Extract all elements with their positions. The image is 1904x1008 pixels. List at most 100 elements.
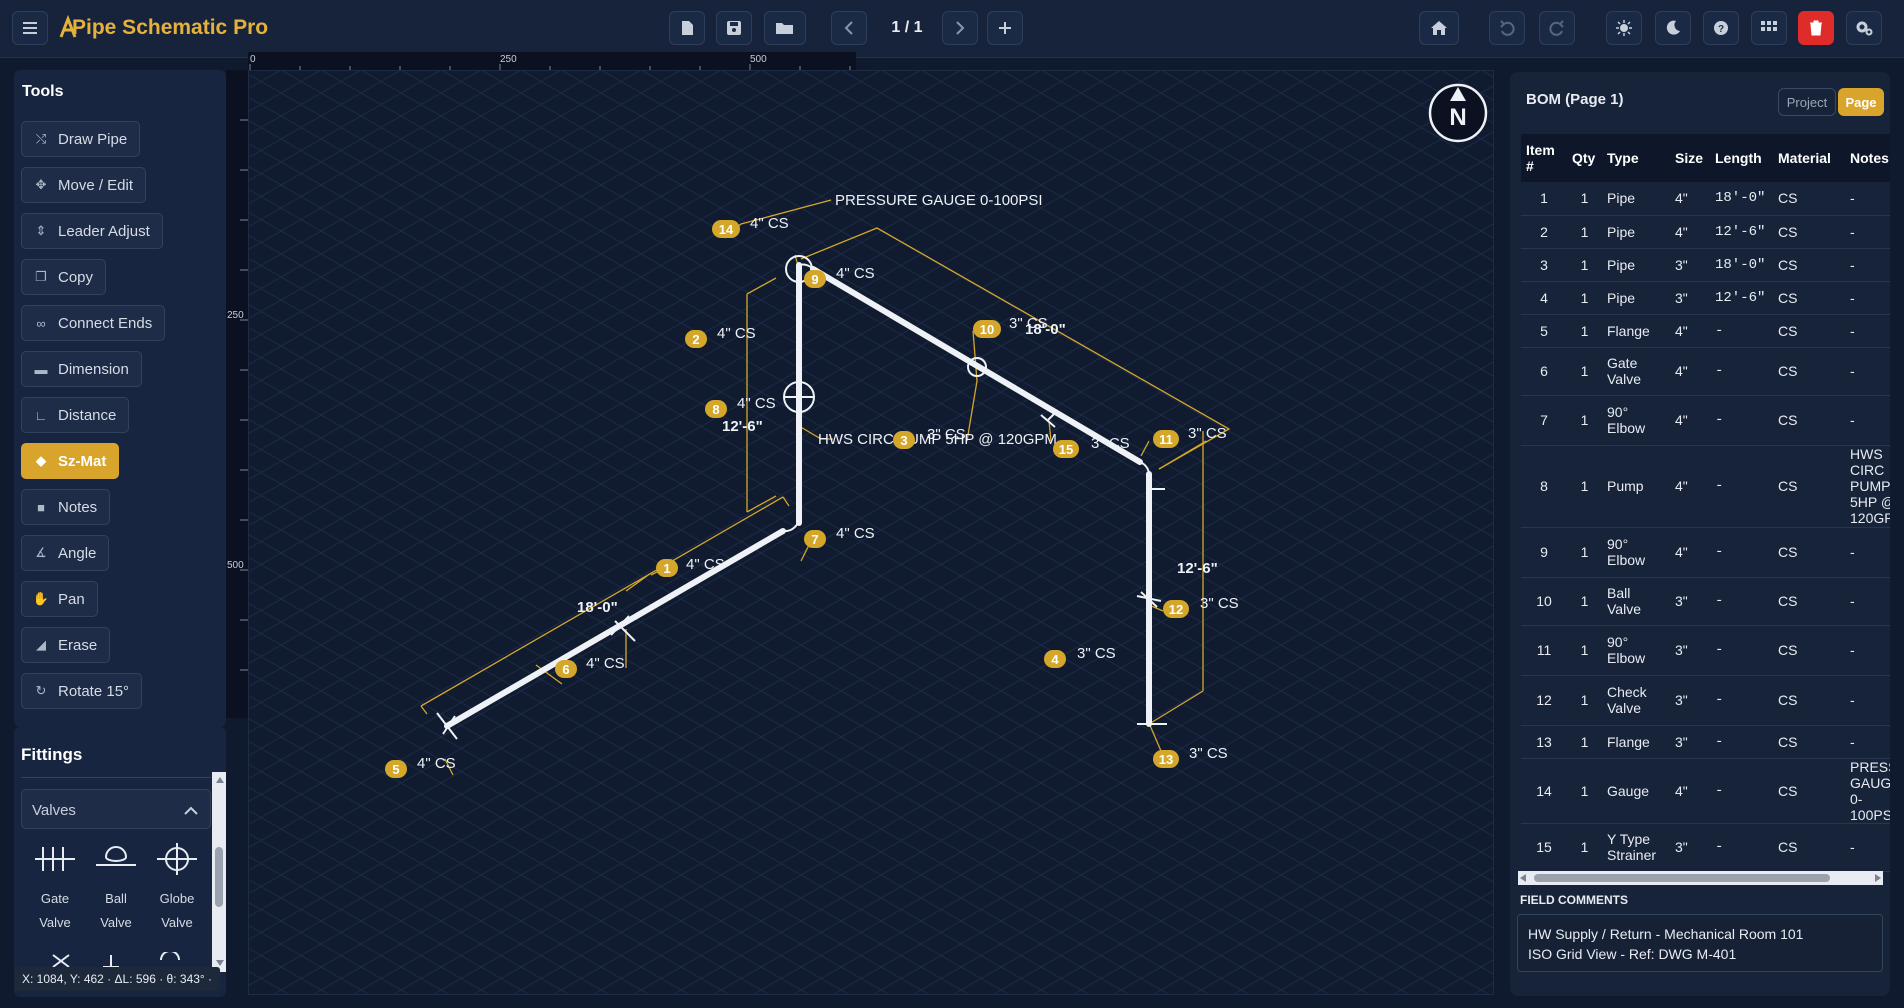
tool-draw-pipe[interactable]: ⤭ Draw Pipe <box>21 121 141 157</box>
table-row[interactable]: 12 1 Check Valve 3" - CS - <box>1521 675 1890 726</box>
balloon-6[interactable]: 6 <box>555 660 577 678</box>
table-cell: 1 <box>1521 182 1567 216</box>
settings-gear-icon[interactable] <box>1846 11 1882 45</box>
table-cell: - <box>1845 347 1890 396</box>
help-icon[interactable]: ? <box>1703 11 1739 45</box>
balloon-10[interactable]: 10 <box>973 320 1001 338</box>
tool-move-edit[interactable]: ✥ Move / Edit <box>21 167 147 203</box>
svg-text:13: 13 <box>1159 752 1173 767</box>
col-header[interactable]: Type <box>1602 134 1670 182</box>
table-row[interactable]: 141Gauge4"-CSPRESSURE GAUGE 0-100PSI <box>1521 758 1890 824</box>
fitting-globe-valve[interactable]: Globe Valve <box>149 839 205 935</box>
toggle-page[interactable]: Page <box>1838 88 1884 116</box>
field-comments-textarea[interactable]: HW Supply / Return - Mechanical Room 101… <box>1517 914 1883 972</box>
fittings-scrollbar[interactable] <box>212 772 226 972</box>
undo-button[interactable] <box>1489 11 1525 45</box>
table-cell: Pipe <box>1602 281 1670 315</box>
table-cell: 3" <box>1670 248 1710 282</box>
balloon-3[interactable]: 3 <box>893 431 915 449</box>
tool-sz-mat[interactable]: ◆ Sz-Mat <box>21 443 120 479</box>
balloon-11[interactable]: 11 <box>1153 430 1179 448</box>
table-row[interactable]: 13 1 Flange 3" - CS - <box>1521 725 1890 759</box>
table-cell: 12 <box>1521 675 1567 726</box>
table-row[interactable]: 81Pump4"-CSHWS CIRC PUMP 5HP @ 120GPM <box>1521 445 1890 528</box>
table-row[interactable]: 1 1 Pipe 4" 18'-0" CS - <box>1521 182 1890 216</box>
balloon-12[interactable]: 12 <box>1163 600 1189 618</box>
table-row[interactable]: 2 1 Pipe 4" 12'-6" CS - <box>1521 215 1890 249</box>
table-row[interactable]: 6 1 Gate Valve 4" - CS - <box>1521 347 1890 396</box>
dimension-label: 18'-0" <box>577 599 618 616</box>
table-row[interactable]: 15 1 Y Type Strainer 3" - CS - <box>1521 823 1890 872</box>
tool-notes[interactable]: ■ Notes <box>21 489 111 525</box>
home-button[interactable] <box>1419 11 1459 45</box>
svg-text:9: 9 <box>811 272 818 287</box>
dimension-label: 12'-6" <box>1177 560 1218 577</box>
balloon-5[interactable]: 5 <box>385 760 407 778</box>
col-header[interactable]: Material <box>1773 134 1845 182</box>
table-row[interactable]: 7 1 90° Elbow 4" - CS - <box>1521 395 1890 446</box>
size-label: 4" CS <box>686 556 725 573</box>
fitting-ball-valve[interactable]: Ball Valve <box>88 839 144 935</box>
balloon-13[interactable]: 13 <box>1153 750 1179 768</box>
table-cell: - <box>1710 725 1773 759</box>
size-label: 3" CS <box>927 426 966 443</box>
balloon-2[interactable]: 2 <box>685 330 707 348</box>
table-row[interactable]: 4 1 Pipe 3" 12'-6" CS - <box>1521 281 1890 315</box>
col-header[interactable]: Item # <box>1521 134 1567 182</box>
tool-angle[interactable]: ∡ Angle <box>21 535 110 571</box>
table-row[interactable]: 10 1 Ball Valve 3" - CS - <box>1521 577 1890 626</box>
balloon-7[interactable]: 7 <box>804 530 826 548</box>
table-cell: Ball Valve <box>1602 577 1670 626</box>
new-file-button[interactable] <box>669 11 705 45</box>
table-row[interactable]: 5 1 Flange 4" - CS - <box>1521 314 1890 348</box>
table-row[interactable]: 3 1 Pipe 3" 18'-0" CS - <box>1521 248 1890 282</box>
fitting-gate-valve[interactable]: Gate Valve <box>27 839 83 935</box>
balloon-14[interactable]: 14 <box>712 220 740 238</box>
prev-page-button[interactable] <box>831 11 867 45</box>
top-toolbar: Pipe Schematic Pro 1 / 1 ? <box>0 0 1904 58</box>
balloon-9[interactable]: 9 <box>804 270 826 288</box>
col-header[interactable]: Length <box>1710 134 1773 182</box>
svg-text:10: 10 <box>980 322 994 337</box>
balloon-1[interactable]: 1 <box>656 559 678 577</box>
tool-rotate[interactable]: ↻ Rotate 15° <box>21 673 143 709</box>
menu-icon[interactable] <box>12 11 48 45</box>
trash-icon[interactable] <box>1798 11 1834 45</box>
tool-leader-adjust[interactable]: ⇕ Leader Adjust <box>21 213 163 249</box>
ruler-icon: ▬ <box>34 361 48 377</box>
table-cell: 1 <box>1567 395 1602 446</box>
leader-icon: ⇕ <box>35 223 47 238</box>
balloon-8[interactable]: 8 <box>705 400 727 418</box>
svg-text:1: 1 <box>663 561 670 576</box>
moon-icon[interactable] <box>1655 11 1691 45</box>
tool-connect-ends[interactable]: ∞ Connect Ends <box>21 305 166 341</box>
next-page-button[interactable] <box>942 11 978 45</box>
tool-pan[interactable]: ✋ Pan <box>21 581 98 617</box>
sun-icon[interactable] <box>1606 11 1642 45</box>
balloon-15[interactable]: 15 <box>1053 440 1079 458</box>
table-row[interactable]: 9 1 90° Elbow 4" - CS - <box>1521 527 1890 578</box>
valves-accordion[interactable]: Valves <box>21 789 211 829</box>
col-header[interactable]: Qty <box>1567 134 1602 182</box>
grid-icon[interactable] <box>1751 11 1787 45</box>
add-page-button[interactable] <box>987 11 1023 45</box>
size-label: 3" CS <box>1189 745 1228 762</box>
drawing-canvas[interactable]: PRESSURE GAUGE 0-100PSI HWS CIRC PUMP 5H… <box>248 70 1494 995</box>
tool-dimension[interactable]: ▬ Dimension <box>21 351 142 387</box>
table-row[interactable]: 11 1 90° Elbow 3" - CS - <box>1521 625 1890 676</box>
table-cell: - <box>1845 675 1890 726</box>
col-header[interactable]: Size <box>1670 134 1710 182</box>
toggle-project[interactable]: Project <box>1778 88 1836 116</box>
table-cell: 1 <box>1567 675 1602 726</box>
redo-button[interactable] <box>1539 11 1575 45</box>
svg-text:3: 3 <box>900 433 907 448</box>
bom-horizontal-scrollbar[interactable] <box>1518 871 1883 885</box>
tool-copy[interactable]: ❐ Copy <box>21 259 107 295</box>
balloon-4[interactable]: 4 <box>1044 650 1066 668</box>
link-icon: ∞ <box>36 315 46 331</box>
tool-distance[interactable]: ∟ Distance <box>21 397 130 433</box>
save-button[interactable] <box>716 11 752 45</box>
tool-erase[interactable]: ◢ Erase <box>21 627 111 663</box>
open-folder-button[interactable] <box>764 11 806 45</box>
col-header[interactable]: Notes <box>1845 134 1890 182</box>
